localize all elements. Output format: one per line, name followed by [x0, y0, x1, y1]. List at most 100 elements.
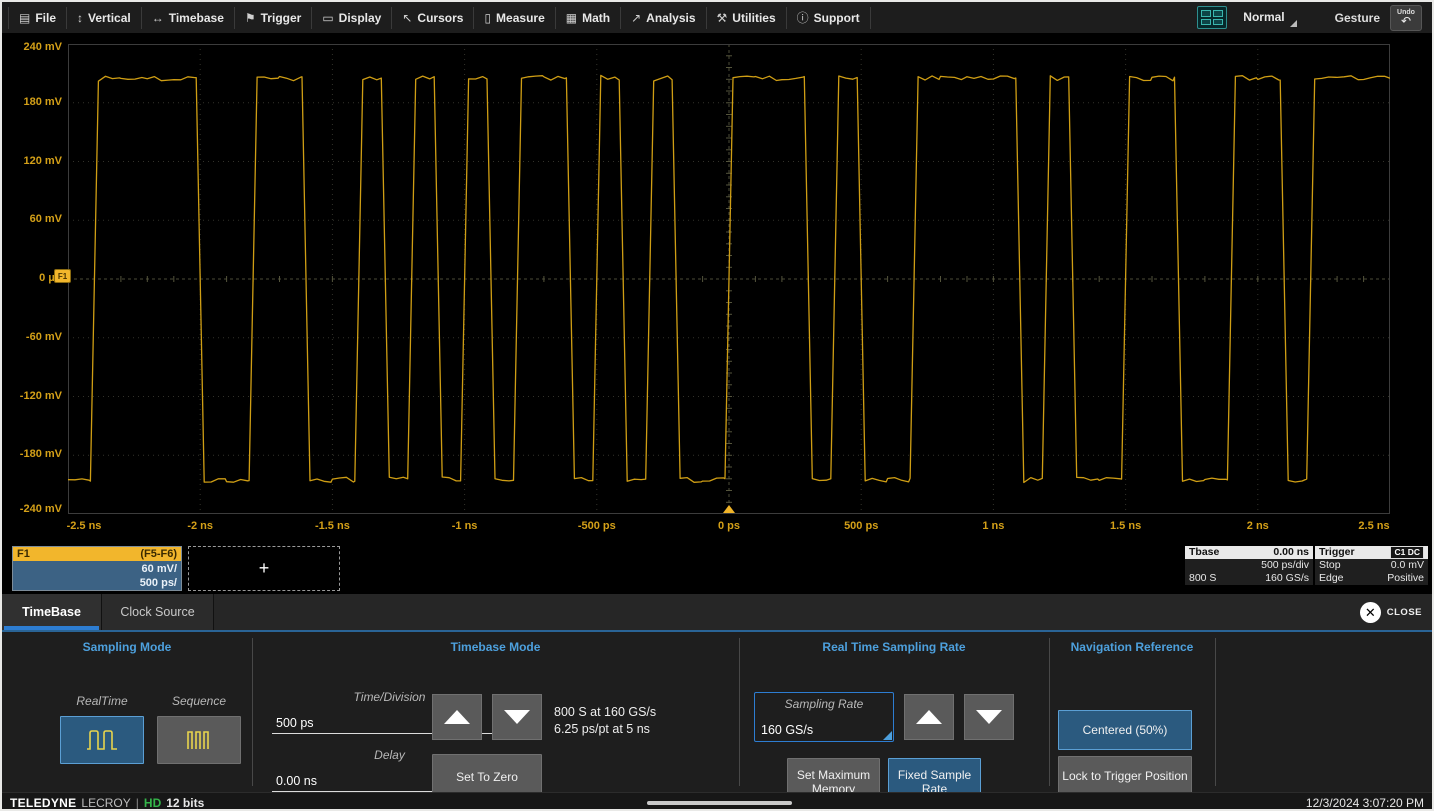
y-axis-label: 180 mV — [4, 96, 62, 108]
sample-info-line1: 800 S at 160 GS/s — [554, 704, 656, 721]
sampling-rate-down-button[interactable] — [964, 694, 1014, 740]
analysis-chart-icon: ↗ — [631, 12, 641, 24]
waveform-plot[interactable] — [68, 44, 1390, 514]
navigation-reference-header: Navigation Reference — [1049, 640, 1215, 654]
triangle-up-icon — [916, 710, 942, 724]
menu-item-file[interactable]: ▤File — [8, 7, 67, 29]
menu-item-measure[interactable]: ▯ Measure — [474, 7, 555, 29]
f1-horizontal-scale: 500 ps/ — [17, 576, 177, 590]
time-division-down-button[interactable] — [492, 694, 542, 740]
bits-label: 12 bits — [166, 796, 204, 810]
f1-trace-descriptor[interactable]: F1 (F5-F6) 60 mV/ 500 ps/ — [12, 546, 182, 591]
tbase-rate: 160 GS/s — [1265, 572, 1309, 585]
menu-item-label: Measure — [496, 11, 545, 25]
dialog-content: Sampling Mode RealTime Sequence Timebase… — [2, 630, 1432, 792]
centered-button[interactable]: Centered (50%) — [1058, 710, 1192, 750]
menu-item-label: Support — [814, 11, 860, 25]
close-label: CLOSE — [1387, 607, 1422, 618]
f1-vertical-scale: 60 mV/ — [17, 562, 177, 576]
taskbar-drag-handle[interactable] — [647, 801, 792, 805]
x-axis-label: -2.5 ns — [67, 520, 102, 532]
x-axis-label: -1.5 ns — [315, 520, 350, 532]
sequence-button[interactable] — [157, 716, 241, 764]
trigger-mode: Stop — [1319, 559, 1341, 572]
section-divider — [252, 638, 253, 786]
menu-item-timebase[interactable]: ↔Timebase — [142, 7, 235, 29]
grid-layout-button[interactable] — [1197, 6, 1227, 29]
menu-item-label: Cursors — [417, 11, 463, 25]
f1-name: F1 — [17, 548, 30, 560]
grid-cell — [1201, 19, 1211, 26]
menu-item-vertical[interactable]: ↕Vertical — [67, 7, 142, 29]
x-axis-label: 500 ps — [844, 520, 878, 532]
f1-zero-level-marker[interactable]: F1 — [54, 269, 71, 283]
y-axis-label: -120 mV — [4, 390, 62, 402]
tbase-samples: 800 S — [1189, 572, 1216, 585]
f1-descriptor-header: F1 (F5-F6) — [13, 547, 181, 561]
sample-info-line2: 6.25 ps/pt at 5 ns — [554, 721, 656, 738]
sampling-rate-field[interactable]: Sampling Rate 160 GS/s — [754, 692, 894, 742]
menu-item-cursors[interactable]: ↖ Cursors — [392, 7, 474, 29]
timebase-dialog: TimeBase Clock Source ✕ CLOSE Sampling M… — [2, 594, 1432, 792]
hd-badge: HD — [144, 796, 161, 810]
x-axis-label: 1 ns — [982, 520, 1004, 532]
sequence-icon — [182, 727, 216, 753]
brand-separator: | — [136, 796, 139, 810]
trigger-slope: Positive — [1387, 572, 1424, 585]
menu-item-math[interactable]: ▦Math — [556, 7, 621, 29]
y-axis-label: 240 mV — [4, 41, 62, 53]
cursor-icon: ↖ — [402, 12, 412, 24]
tbase-scale: 500 ps/div — [1261, 559, 1309, 572]
measure-icon: ▯ — [484, 12, 491, 24]
x-axis-label: -2 ns — [187, 520, 213, 532]
sampling-rate-value: 160 GS/s — [761, 723, 813, 737]
section-divider — [1215, 638, 1216, 786]
menu-item-analysis[interactable]: ↗Analysis — [621, 7, 706, 29]
sequence-label: Sequence — [154, 694, 244, 708]
trigger-time-marker[interactable] — [723, 505, 735, 513]
menu-bar: ▤File↕Vertical↔Timebase⚑Trigger▭Display↖… — [2, 2, 1432, 34]
grid-cell — [1201, 10, 1211, 17]
dialog-tab-bar: TimeBase Clock Source ✕ CLOSE — [2, 594, 1432, 630]
tbase-delay: 0.00 ns — [1273, 546, 1309, 559]
trigger-source-badge: C1 DC — [1390, 546, 1424, 559]
tab-clock-source[interactable]: Clock Source — [102, 594, 214, 630]
gesture-label: Gesture — [1335, 11, 1380, 25]
info-icon: ⓘ — [797, 12, 809, 24]
sampling-rate-label: Sampling Rate — [755, 697, 893, 711]
y-axis-label: -60 mV — [4, 331, 62, 343]
tab-timebase[interactable]: TimeBase — [2, 594, 102, 630]
menu-item-label: Math — [582, 11, 610, 25]
clock: 12/3/2024 3:07:20 PM — [1306, 796, 1424, 810]
menu-item-support[interactable]: ⓘ Support — [787, 7, 871, 29]
grid-cell — [1213, 19, 1223, 26]
undo-button[interactable]: Undo ↶ — [1390, 5, 1422, 31]
timebase-mode-header: Timebase Mode — [252, 640, 739, 654]
plus-icon: + — [259, 558, 270, 579]
realtime-button[interactable] — [60, 716, 144, 764]
f1-source: (F5-F6) — [140, 548, 177, 560]
menu-item-label: Trigger — [261, 11, 302, 25]
x-axis-label: -1 ns — [452, 520, 478, 532]
trigger-summary-box[interactable]: Trigger C1 DC Stop 0.0 mV Edge Positive — [1315, 546, 1428, 585]
trigger-level: 0.0 mV — [1391, 559, 1424, 572]
vertical-arrows-icon: ↕ — [77, 12, 83, 24]
add-trace-button[interactable]: + — [188, 546, 340, 591]
menu-right-group: Normal Gesture Undo ↶ — [1197, 5, 1426, 31]
grid-cell — [1213, 10, 1223, 17]
x-axis-label: 2 ns — [1247, 520, 1269, 532]
menu-item-display[interactable]: ▭Display — [312, 7, 392, 29]
section-divider — [1049, 638, 1050, 786]
section-divider — [739, 638, 740, 786]
menu-item-trigger[interactable]: ⚑Trigger — [235, 7, 312, 29]
triangle-down-icon — [504, 710, 530, 724]
time-division-up-button[interactable] — [432, 694, 482, 740]
sampling-mode-header: Sampling Mode — [2, 640, 252, 654]
timebase-summary-box[interactable]: Tbase 0.00 ns 500 ps/div 800 S 160 GS/s — [1185, 546, 1313, 585]
menu-item-utilities[interactable]: ⚒Utilities — [707, 7, 787, 29]
lock-to-trigger-button[interactable]: Lock to Trigger Position — [1058, 756, 1192, 796]
x-axis-label: 1.5 ns — [1110, 520, 1141, 532]
sampling-rate-up-button[interactable] — [904, 694, 954, 740]
display-mode-dropdown[interactable]: Normal — [1237, 7, 1298, 29]
close-button[interactable]: ✕ CLOSE — [1360, 594, 1432, 630]
